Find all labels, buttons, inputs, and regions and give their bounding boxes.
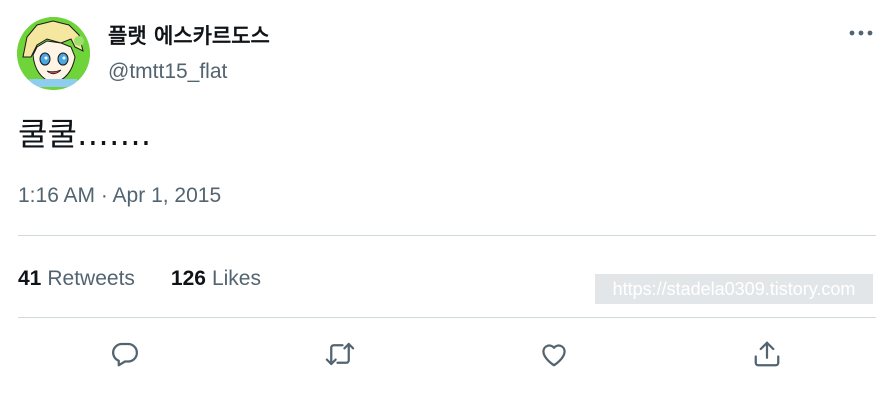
more-options-button[interactable] (843, 20, 879, 46)
retweets-count: 41 (18, 267, 42, 290)
tweet-timestamp[interactable]: 1:16 AM · Apr 1, 2015 (18, 181, 221, 211)
likes-stat[interactable]: 126 Likes (171, 263, 261, 295)
likes-count: 126 (170, 267, 206, 290)
retweets-label: Retweets (47, 267, 135, 290)
retweets-stat[interactable]: 41 Retweets (18, 263, 135, 295)
reply-button[interactable] (105, 334, 145, 374)
retweet-icon (325, 342, 355, 366)
likes-label: Likes (211, 267, 261, 290)
reply-icon (112, 342, 138, 367)
user-handle[interactable]: @tmtt15_flat (108, 58, 227, 86)
retweet-button[interactable] (320, 334, 360, 374)
like-button[interactable] (534, 334, 574, 374)
share-icon (754, 341, 780, 367)
tweet-text: 쿨쿨……. (18, 115, 152, 153)
share-button[interactable] (747, 334, 787, 374)
more-horizontal-icon (849, 30, 873, 36)
divider (18, 235, 876, 236)
divider (18, 317, 876, 318)
engagement-stats: 41 Retweets 126 Likes (18, 263, 261, 295)
avatar[interactable] (17, 17, 90, 90)
action-bar (0, 334, 894, 374)
watermark: https://stadela0309.tistory.com (595, 274, 873, 304)
like-icon (542, 344, 566, 367)
display-name[interactable]: 플랫 에스카르도스 (108, 22, 270, 50)
